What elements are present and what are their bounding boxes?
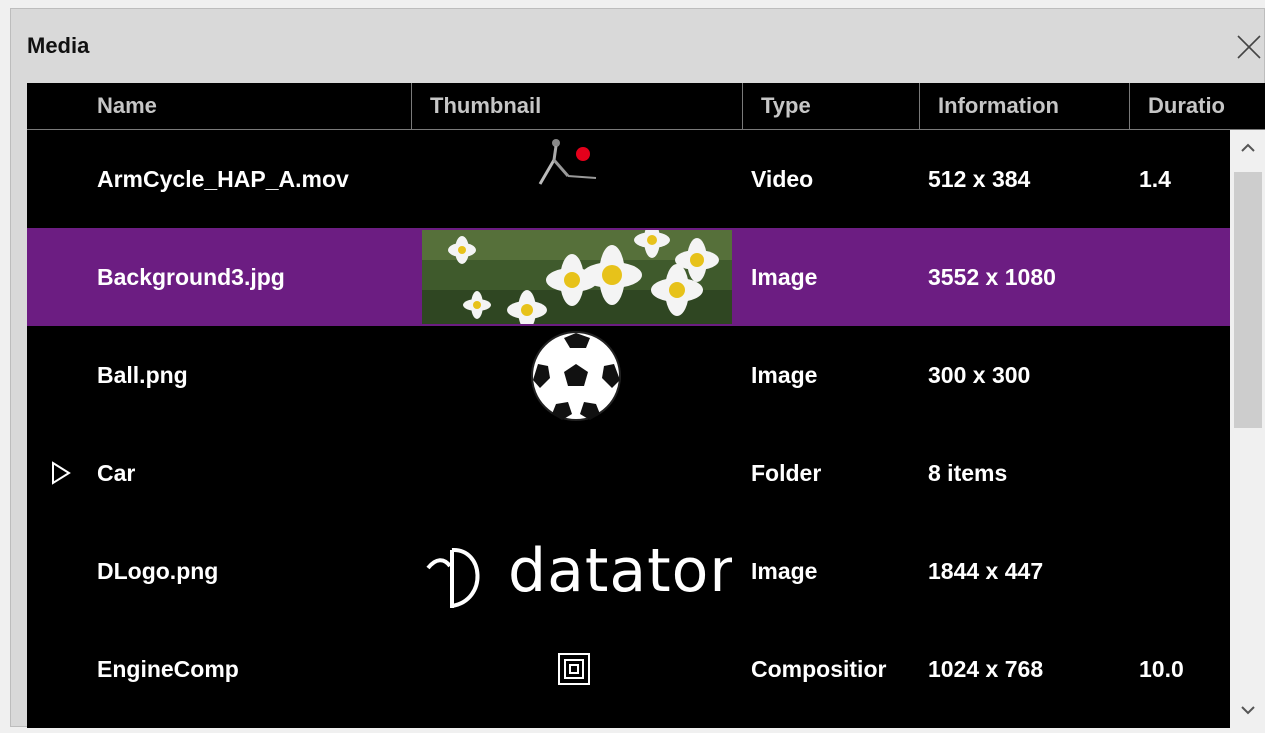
row-duration bbox=[1139, 424, 1229, 522]
row-name: Ball.png bbox=[97, 362, 188, 388]
scrollbar-thumb[interactable] bbox=[1234, 172, 1262, 428]
arm-video-thumbnail bbox=[422, 130, 732, 228]
row-type: Image bbox=[751, 362, 818, 388]
column-header-type[interactable]: Type bbox=[743, 83, 920, 129]
composition-icon bbox=[422, 620, 732, 718]
row-type: Image bbox=[751, 558, 818, 584]
row-type: Compositior bbox=[751, 656, 887, 682]
expand-triangle-icon[interactable] bbox=[51, 461, 71, 485]
vertical-scrollbar[interactable] bbox=[1230, 130, 1265, 728]
chevron-down-icon[interactable] bbox=[1230, 692, 1265, 728]
daisy-flowers-thumbnail bbox=[422, 228, 732, 326]
column-header-name[interactable]: Name bbox=[79, 83, 412, 129]
close-icon[interactable] bbox=[1235, 33, 1263, 61]
table-row[interactable]: EngineComp Compositior 1024 x 768 10.0 bbox=[27, 620, 1230, 718]
row-name: ArmCycle_HAP_A.mov bbox=[97, 166, 349, 192]
row-information: 8 items bbox=[928, 460, 1008, 486]
table-row[interactable]: Car Folder 8 items bbox=[27, 424, 1230, 522]
title-bar: Media bbox=[11, 9, 1264, 83]
table-row[interactable]: Ball.png Image 300 x 300 bbox=[27, 326, 1230, 424]
soccer-ball-thumbnail bbox=[422, 326, 732, 424]
column-header-information[interactable]: Information bbox=[920, 83, 1130, 129]
media-list: Name Thumbnail Type Information Duratio … bbox=[27, 83, 1265, 728]
row-duration bbox=[1139, 326, 1229, 424]
media-panel: Media Name Thumbnail Type Information Du… bbox=[10, 8, 1265, 728]
row-name: EngineComp bbox=[97, 656, 239, 682]
row-information: 3552 x 1080 bbox=[928, 264, 1056, 290]
row-name: DLogo.png bbox=[97, 558, 219, 584]
row-duration bbox=[1139, 228, 1229, 326]
row-information: 300 x 300 bbox=[928, 362, 1031, 388]
column-header-duration[interactable]: Duratio bbox=[1130, 83, 1240, 129]
table-row[interactable]: DLogo.png dataton Image 1844 x 447 bbox=[27, 522, 1230, 620]
row-duration: 1.4 bbox=[1139, 166, 1171, 192]
row-duration: 10.0 bbox=[1139, 656, 1184, 682]
row-name: Car bbox=[97, 460, 136, 486]
row-name: Background3.jpg bbox=[97, 264, 285, 290]
row-type: Video bbox=[751, 166, 814, 192]
row-thumbnail-empty bbox=[422, 424, 732, 522]
row-information: 1024 x 768 bbox=[928, 656, 1044, 682]
chevron-up-icon[interactable] bbox=[1230, 130, 1265, 166]
column-header-thumbnail[interactable]: Thumbnail bbox=[412, 83, 743, 129]
row-type: Folder bbox=[751, 460, 822, 486]
row-information: 1844 x 447 bbox=[928, 558, 1044, 584]
table-row[interactable]: ArmCycle_HAP_A.mov Video 512 x 384 1.4 bbox=[27, 130, 1230, 228]
panel-title: Media bbox=[27, 33, 90, 58]
row-duration bbox=[1139, 522, 1229, 620]
column-header-row: Name Thumbnail Type Information Duratio bbox=[27, 83, 1265, 130]
dataton-logo-text: dataton bbox=[508, 536, 732, 606]
table-row-selected[interactable]: Background3.jpg Image 3552 x 1080 bbox=[27, 228, 1230, 326]
rows-container: ArmCycle_HAP_A.mov Video 512 x 384 1.4 B… bbox=[27, 130, 1230, 728]
row-information: 512 x 384 bbox=[928, 166, 1031, 192]
dataton-logo-thumbnail: dataton bbox=[422, 522, 732, 620]
row-type: Image bbox=[751, 264, 818, 290]
